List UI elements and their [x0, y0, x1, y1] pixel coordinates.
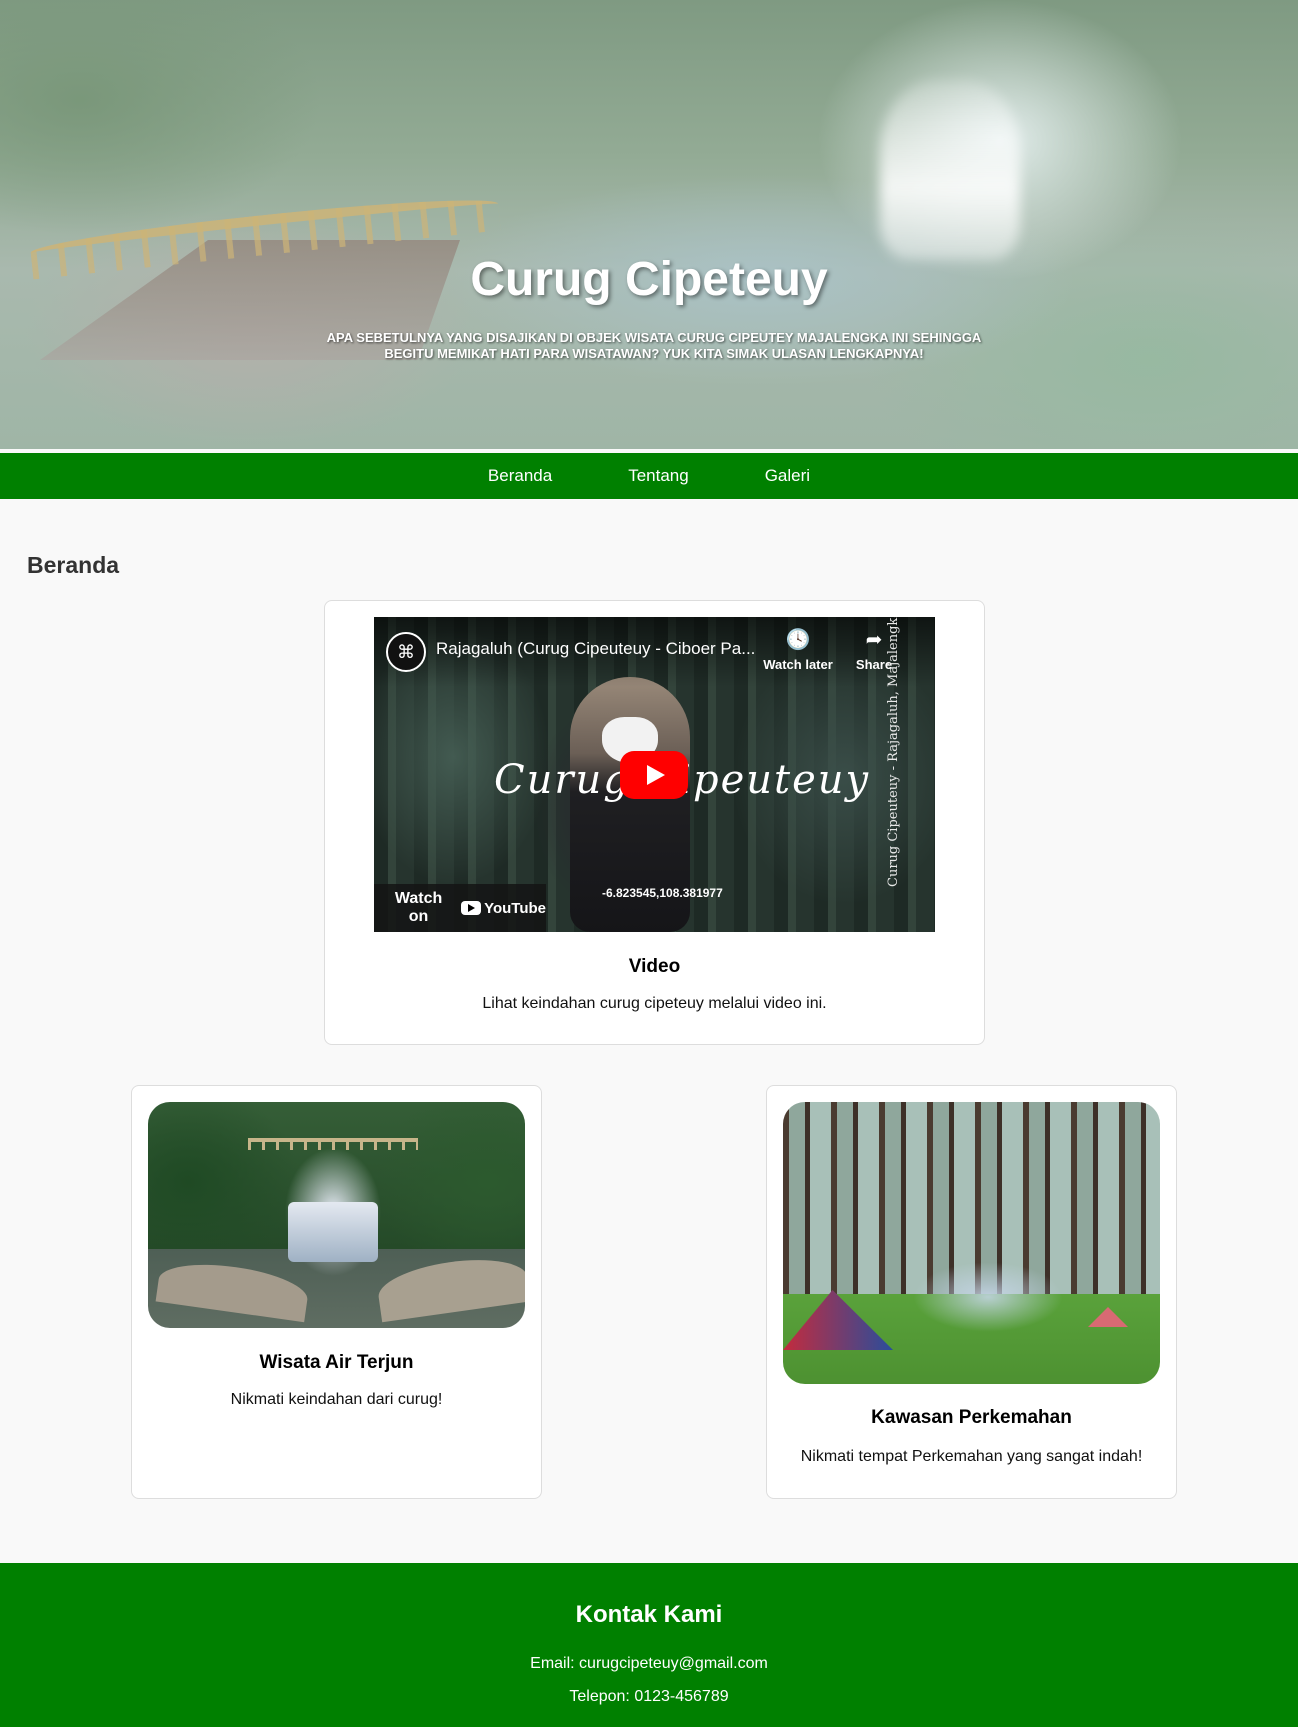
hero-subtitle: Apa sebetulnya yang disajikan di objek w… — [326, 330, 982, 361]
watch-later-label: Watch later — [763, 657, 833, 672]
video-card: Curug Cipeuteuy ⌘ Rajagaluh (Curug Cipeu… — [324, 600, 985, 1045]
clock-icon: 🕓 — [785, 629, 811, 651]
video-coords: -6.823545,108.381977 — [602, 886, 723, 900]
hero-title: Curug Cipeteuy — [470, 253, 828, 306]
photo-smoke — [913, 1262, 1063, 1332]
youtube-logo: YouTube — [461, 900, 546, 917]
main-nav: Beranda Tentang Galeri — [0, 453, 1298, 499]
photo-bank-left — [155, 1256, 311, 1323]
card-camping: Kawasan Perkemahan Nikmati tempat Perkem… — [766, 1085, 1177, 1499]
camping-card-description: Nikmati tempat Perkemahan yang sangat in… — [800, 1448, 1143, 1465]
camping-card-title: Kawasan Perkemahan — [871, 1407, 1072, 1428]
video-vertical-caption: Curug Cipeuteuy - Rajagaluh, Majalengka — [886, 617, 901, 887]
nav-item-beranda[interactable]: Beranda — [450, 466, 590, 486]
photo-bank-right — [375, 1251, 525, 1323]
video-card-title: Video — [628, 956, 681, 977]
photo-bridge — [248, 1138, 418, 1150]
footer-title: Kontak Kami — [575, 1601, 723, 1628]
watch-on-label: Watch on — [394, 890, 443, 925]
waterfall-card-description: Nikmati keindahan dari curug! — [230, 1391, 443, 1408]
hero-waterfall — [880, 80, 1020, 260]
youtube-embed[interactable]: Curug Cipeuteuy ⌘ Rajagaluh (Curug Cipeu… — [374, 617, 935, 932]
waterfall-photo — [148, 1102, 525, 1328]
waterfall-card-title: Wisata Air Terjun — [259, 1352, 414, 1373]
channel-logo-icon[interactable]: ⌘ — [386, 632, 426, 672]
section-title: Beranda — [27, 552, 120, 578]
footer-email: Email: curugcipeteuy@gmail.com — [530, 1655, 768, 1672]
photo-tent — [783, 1290, 893, 1350]
hero-banner: Curug Cipeteuy Apa sebetulnya yang disaj… — [0, 0, 1298, 449]
photo-cascade — [288, 1202, 378, 1262]
footer-phone: Telepon: 0123-456789 — [569, 1688, 729, 1705]
card-waterfall: Wisata Air Terjun Nikmati keindahan dari… — [131, 1085, 542, 1499]
youtube-play-icon — [461, 901, 482, 915]
watch-later-button[interactable]: 🕓 Watch later — [763, 629, 833, 672]
video-title[interactable]: Rajagaluh (Curug Cipeuteuy - Ciboer Pa..… — [436, 639, 755, 659]
video-card-description: Lihat keindahan curug cipeteuy melalui v… — [482, 995, 827, 1012]
youtube-label: YouTube — [484, 899, 546, 917]
footer: Kontak Kami Email: curugcipeteuy@gmail.c… — [0, 1563, 1298, 1727]
camping-photo — [783, 1102, 1160, 1384]
play-button[interactable] — [620, 751, 688, 799]
photo-tent-distant — [1088, 1307, 1128, 1327]
nav-item-tentang[interactable]: Tentang — [590, 466, 727, 486]
nav-item-galeri[interactable]: Galeri — [727, 466, 848, 486]
watch-on-youtube-button[interactable]: Watch on YouTube — [374, 884, 546, 932]
